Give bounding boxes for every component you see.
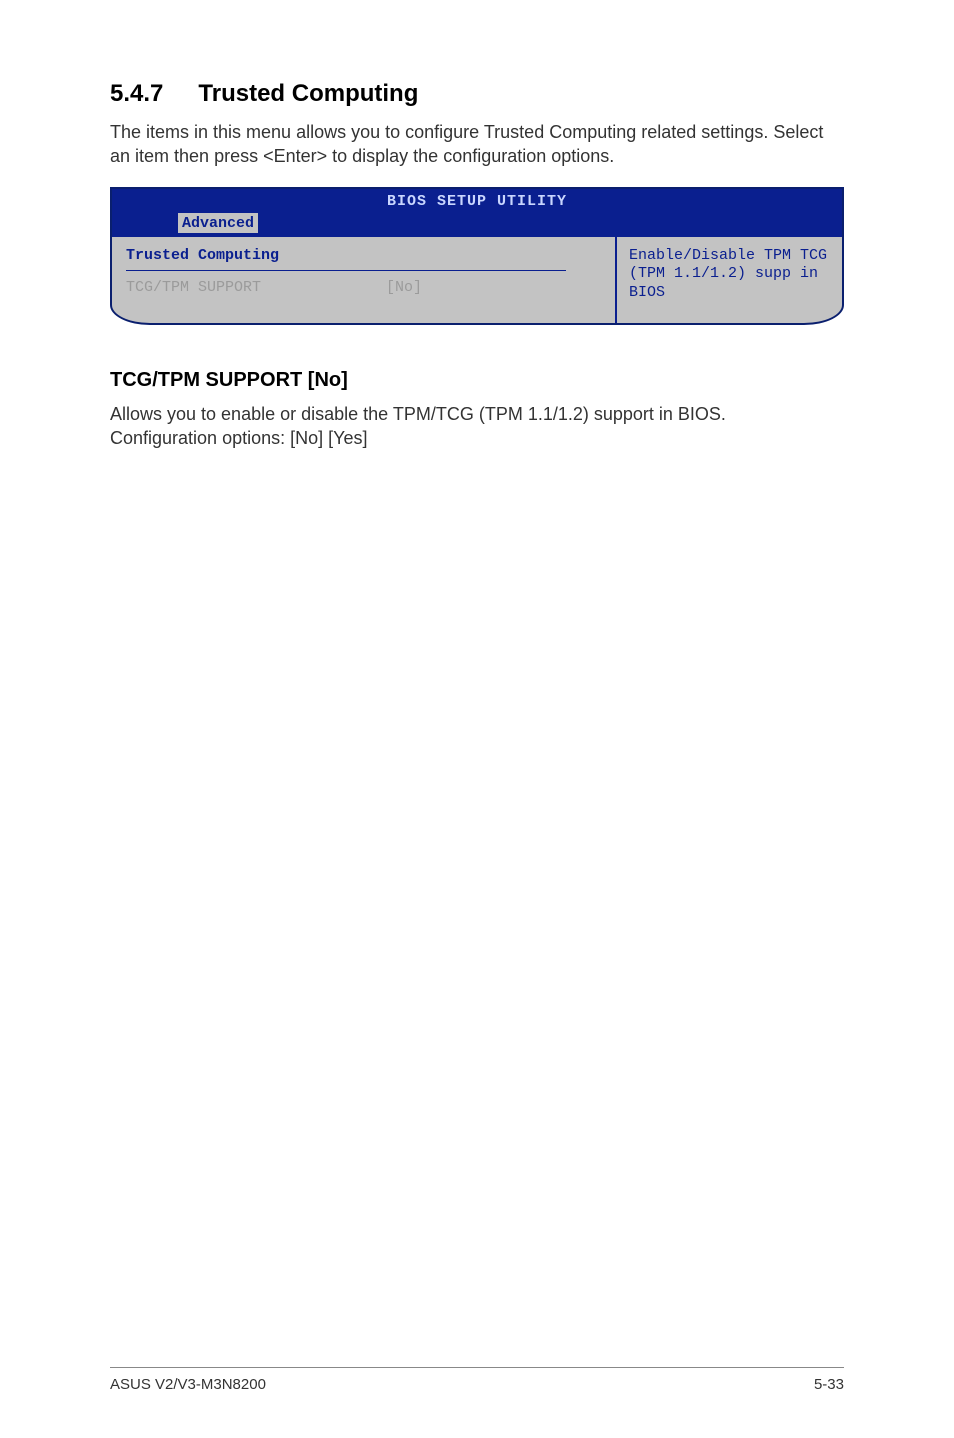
section-description: The items in this menu allows you to con… (110, 120, 844, 169)
bios-divider-line (126, 270, 566, 271)
bios-header: BIOS SETUP UTILITY Advanced (112, 189, 842, 237)
subsection-line1: Allows you to enable or disable the TPM/… (110, 402, 844, 426)
bios-body: Trusted Computing TCG/TPM SUPPORT [No] E… (112, 237, 842, 323)
footer-left: ASUS V2/V3-M3N8200 (110, 1376, 266, 1393)
bios-option-row: TCG/TPM SUPPORT [No] (126, 279, 601, 296)
bios-screenshot: BIOS SETUP UTILITY Advanced Trusted Comp… (110, 187, 844, 325)
page-footer: ASUS V2/V3-M3N8200 5-33 (110, 1367, 844, 1393)
bios-help-panel: Enable/Disable TPM TCG (TPM 1.1/1.2) sup… (617, 237, 842, 323)
bios-utility-title: BIOS SETUP UTILITY (387, 193, 567, 210)
bios-left-panel: Trusted Computing TCG/TPM SUPPORT [No] (112, 237, 615, 323)
bios-tab-advanced: Advanced (178, 213, 258, 233)
section-number: 5.4.7 (110, 80, 163, 108)
subsection-heading: TCG/TPM SUPPORT [No] (110, 369, 844, 392)
section-heading: 5.4.7 Trusted Computing (110, 80, 844, 108)
section-title: Trusted Computing (198, 80, 418, 107)
footer-right: 5-33 (814, 1376, 844, 1393)
bios-option-label: TCG/TPM SUPPORT (126, 279, 386, 296)
bios-group-title: Trusted Computing (126, 247, 601, 264)
subsection-line2: Configuration options: [No] [Yes] (110, 426, 844, 450)
bios-option-value: [No] (386, 279, 422, 296)
